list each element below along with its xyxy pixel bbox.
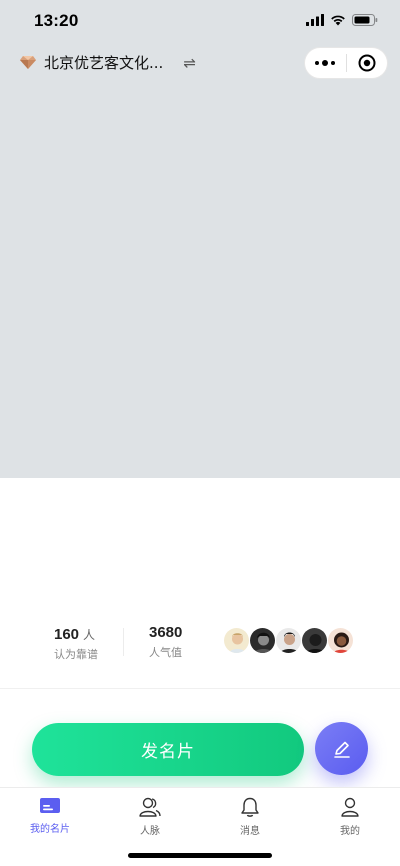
reliable-count: 160 <box>54 626 80 643</box>
switch-icon[interactable]: ⇌ <box>183 54 196 72</box>
tab-label: 我的名片 <box>30 824 70 835</box>
stats-row: 160 人 认为靠谱 3680 人气值 <box>0 624 400 664</box>
card-cover-placeholder <box>0 88 400 478</box>
company-title: 北京优艺客文化... <box>44 54 164 72</box>
tab-messages[interactable]: 消息 <box>200 796 300 837</box>
status-bar: 13:20 <box>0 0 400 44</box>
reliable-stat[interactable]: 160 人 认为靠谱 <box>54 624 98 662</box>
signal-icon <box>306 14 324 26</box>
tab-label: 消息 <box>240 826 260 837</box>
avatar <box>327 627 354 654</box>
tab-label: 人脉 <box>140 826 160 837</box>
avatar <box>223 627 250 654</box>
avatar <box>275 627 302 654</box>
section-divider <box>0 688 400 689</box>
target-close-icon[interactable] <box>346 48 387 78</box>
capsule-menu <box>304 47 388 79</box>
tab-contacts[interactable]: 人脉 <box>100 796 200 837</box>
battery-icon <box>352 14 378 26</box>
more-dots-icon[interactable] <box>305 48 346 78</box>
mini-program-header: 北京优艺客文化... ⇌ <box>0 44 400 88</box>
status-time: 13:20 <box>34 11 79 30</box>
tab-label: 我的 <box>340 826 360 837</box>
home-indicator <box>128 853 272 858</box>
popularity-stat[interactable]: 3680 人气值 <box>149 624 182 660</box>
reliable-label: 认为靠谱 <box>54 648 98 661</box>
wifi-icon <box>331 15 345 26</box>
edit-card-button[interactable] <box>315 722 368 775</box>
bell-icon <box>241 797 259 817</box>
contacts-icon <box>139 797 161 817</box>
brand-switcher[interactable]: 北京优艺客文化... ⇌ <box>20 52 196 73</box>
tab-mine[interactable]: 我的 <box>300 796 400 837</box>
edit-pencil-icon <box>333 741 350 758</box>
tab-my-card[interactable]: 我的名片 <box>0 796 100 835</box>
stat-divider <box>123 628 124 656</box>
popularity-count: 3680 <box>149 624 183 641</box>
avatar <box>249 627 276 654</box>
avatar <box>301 627 328 654</box>
send-card-label: 发名片 <box>141 742 195 762</box>
visitor-avatars[interactable] <box>223 627 354 654</box>
diamond-icon <box>20 56 36 69</box>
send-card-button[interactable]: 发名片 <box>32 723 304 776</box>
status-icons <box>306 14 378 26</box>
person-icon <box>341 797 359 817</box>
reliable-unit: 人 <box>83 628 96 642</box>
popularity-label: 人气值 <box>149 646 182 659</box>
card-icon <box>40 798 60 813</box>
